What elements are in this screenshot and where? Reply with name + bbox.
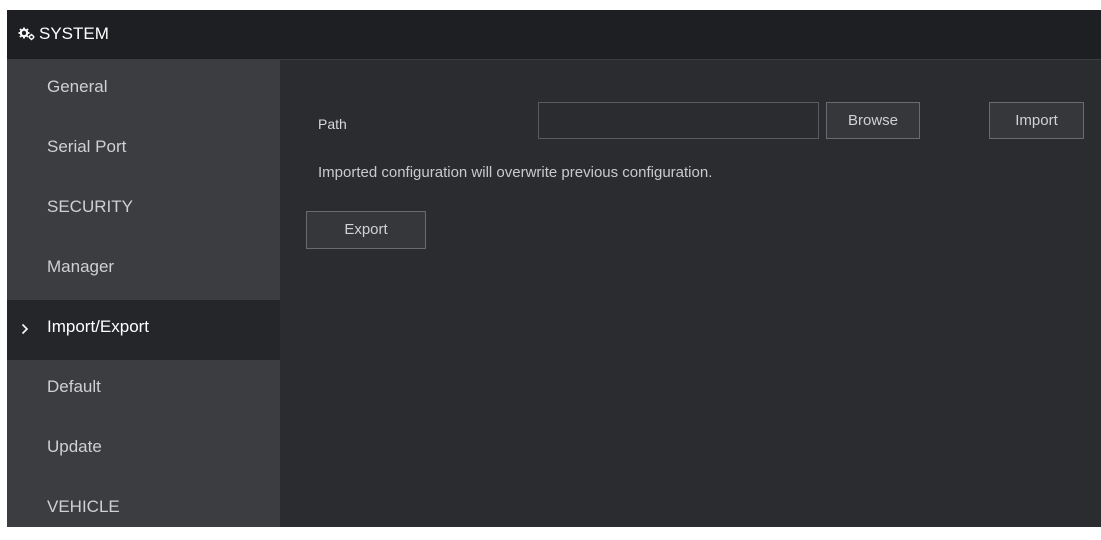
import-button[interactable]: Import — [989, 102, 1084, 139]
sidebar-item-label: Update — [47, 437, 102, 456]
sidebar-item-label: VEHICLE — [47, 497, 120, 516]
sidebar-item-label: Serial Port — [47, 137, 127, 156]
sidebar-item-general[interactable]: General — [7, 60, 280, 120]
header-bar: SYSTEM — [7, 10, 1101, 60]
main-content: Path Browse Import Imported configuratio… — [280, 60, 1101, 527]
sidebar-item-label: SECURITY — [47, 197, 133, 216]
path-input[interactable] — [538, 102, 819, 139]
sidebar-item-label: Default — [47, 377, 101, 396]
sidebar-item-vehicle[interactable]: VEHICLE — [7, 480, 280, 540]
export-button[interactable]: Export — [306, 211, 426, 249]
sidebar-item-label: General — [47, 77, 108, 96]
sidebar-item-import-export[interactable]: Import/Export — [7, 300, 280, 360]
sidebar-item-default[interactable]: Default — [7, 360, 280, 420]
browse-button[interactable]: Browse — [826, 102, 920, 139]
chevron-right-icon — [21, 323, 29, 335]
sidebar-item-manager[interactable]: Manager — [7, 240, 280, 300]
path-label: Path — [318, 116, 347, 132]
page-title: SYSTEM — [39, 24, 109, 43]
sidebar-item-update[interactable]: Update — [7, 420, 280, 480]
sidebar-item-serial-port[interactable]: Serial Port — [7, 120, 280, 180]
sidebar: General Serial Port SECURITY Manager Imp… — [7, 60, 280, 527]
sidebar-item-label: Import/Export — [47, 317, 150, 336]
sidebar-item-label: Manager — [47, 257, 115, 276]
sidebar-item-security[interactable]: SECURITY — [7, 180, 280, 240]
app-window: SYSTEM General Serial Port SECURITY Mana… — [7, 10, 1101, 527]
overwrite-notice: Imported configuration will overwrite pr… — [318, 164, 713, 181]
gears-icon — [18, 27, 35, 41]
